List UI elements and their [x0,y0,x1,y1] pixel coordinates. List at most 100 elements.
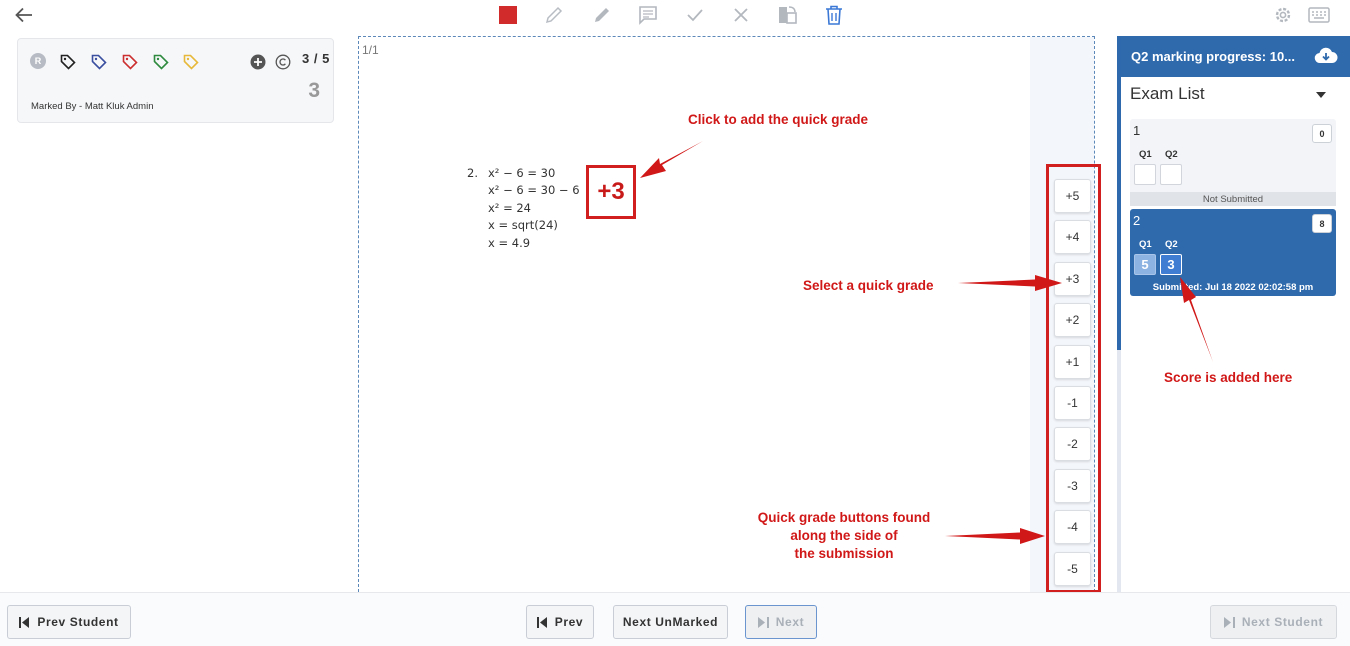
quick-grade-button[interactable]: +4 [1054,220,1091,254]
keyboard-shortcuts-button[interactable] [1307,3,1331,27]
quick-grade-button[interactable]: +3 [1054,262,1091,296]
next-student-button[interactable]: Next Student [1210,605,1337,639]
cloud-download-icon [1314,47,1338,64]
student-score-card: R 3 / 5 3 Marked By - Matt Kluk Admin [17,38,334,123]
annotation-select-grade: Select a quick grade [803,278,934,293]
caret-down-icon[interactable] [1314,90,1328,100]
question-label: Q2 [1165,149,1178,160]
trash-icon [826,5,842,25]
prev-student-label: Prev Student [37,615,119,629]
skip-next-icon [757,616,769,628]
question-score-cell[interactable]: 3 [1160,254,1182,275]
next-unmarked-label: Next UnMarked [622,615,719,629]
arrow-left-icon [15,7,32,23]
answer-line: x = sqrt(24) [488,218,558,232]
skip-next-icon [1223,616,1235,628]
pencil-icon [545,6,563,24]
back-button[interactable] [12,4,36,26]
exam-list-item[interactable]: 1 0 Q1 Q2 Not Submitted [1130,119,1336,206]
plus-circle-icon [250,54,266,70]
score-fraction: 3 / 5 [302,51,330,66]
prev-button[interactable]: Prev [526,605,594,639]
annotation-score-added: Score is added here [1164,370,1293,385]
question-score-cell[interactable] [1160,164,1182,185]
tag-blue-button[interactable] [90,53,108,71]
answer-line: x² = 24 [488,201,531,215]
question-label: Q2 [1165,239,1178,250]
comment-tool-button[interactable] [636,3,660,27]
exam-total-score: 8 [1312,214,1332,233]
question-score-cell[interactable]: 5 [1134,254,1156,275]
tag-red-button[interactable] [121,53,139,71]
cross-tool-button[interactable] [729,3,753,27]
next-unmarked-button[interactable]: Next UnMarked [613,605,728,639]
annotation-line: the submission [794,546,894,561]
quick-grade-button[interactable]: -3 [1054,469,1091,503]
top-toolbar [0,0,1350,30]
marked-by-label: Marked By - Matt Kluk Admin [31,101,154,112]
prev-label: Prev [554,615,584,629]
copyright-icon [275,54,291,70]
rotate-icon [779,6,797,24]
annotation-buttons-found: Quick grade buttons found along the side… [752,509,936,563]
tag-black-button[interactable] [59,53,77,71]
download-button[interactable] [1314,46,1338,66]
submission-status: Not Submitted [1130,192,1336,206]
answer-line: x = 4.9 [488,236,531,250]
tag-icon [153,54,169,70]
question-label: Q1 [1139,239,1152,250]
tag-icon [91,54,107,70]
cross-icon [734,8,748,22]
check-icon [687,9,703,22]
question-score-cell[interactable] [1134,164,1156,185]
page-indicator: 1/1 [362,43,379,57]
pencil-tool-button[interactable] [542,3,566,27]
quick-grade-button[interactable]: -5 [1054,552,1091,586]
add-tag-button[interactable] [249,53,267,71]
delete-tool-button[interactable] [822,3,846,27]
exam-list-item-selected[interactable]: 2 8 Q1 Q2 5 3 Submitted: Jul 18 2022 02:… [1130,209,1336,296]
exam-list-title: Exam List [1130,84,1205,103]
quick-grade-button[interactable]: +5 [1054,179,1091,213]
quick-grade-button[interactable]: -4 [1054,510,1091,544]
tag-yellow-button[interactable] [182,53,200,71]
skip-previous-icon [19,616,30,628]
submission-status: Submitted: Jul 18 2022 02:02:58 pm [1152,282,1314,293]
highlighter-tool-button[interactable] [590,3,614,27]
prev-student-button[interactable]: Prev Student [7,605,131,639]
quick-grade-button[interactable]: +1 [1054,345,1091,379]
square-icon [499,6,517,24]
highlighter-icon [595,8,609,22]
tag-icon [122,54,138,70]
progress-title: Q2 marking progress: 10... [1131,49,1296,64]
applied-quick-grade[interactable]: +3 [586,165,636,219]
gear-icon [1275,7,1291,23]
reviewer-badge: R [30,53,46,69]
check-tool-button[interactable] [683,3,707,27]
exam-list-panel: Q2 marking progress: 10... Exam List 1 0… [1117,36,1350,592]
exam-number: 1 [1133,123,1141,138]
quick-grade-button[interactable]: +2 [1054,303,1091,337]
comment-bank-button[interactable] [274,53,292,71]
quick-grade-button[interactable]: -2 [1054,427,1091,461]
rotate-tool-button[interactable] [776,3,800,27]
bottom-navigation-bar: Prev Student Prev Next UnMarked Next Nex… [0,592,1350,646]
next-button[interactable]: Next [745,605,817,639]
settings-button[interactable] [1271,3,1295,27]
tag-green-button[interactable] [152,53,170,71]
scrollbar-thumb[interactable] [1117,36,1121,350]
annotation-click-add: Click to add the quick grade [688,112,869,127]
quick-grade-button[interactable]: -1 [1054,386,1091,420]
tag-icon [183,54,199,70]
answer-line: x² − 6 = 30 [488,166,556,180]
stop-tool-button[interactable] [496,3,520,27]
answer-line: x² − 6 = 30 − 6 [488,183,580,197]
tag-icon [60,54,76,70]
next-label: Next [775,615,805,629]
next-student-label: Next Student [1241,615,1324,629]
question-number: 2. [467,166,478,180]
panel-scrollbar[interactable] [1117,36,1121,592]
exam-number: 2 [1133,213,1141,228]
question-label: Q1 [1139,149,1152,160]
annotation-line: Quick grade buttons found [757,510,931,525]
